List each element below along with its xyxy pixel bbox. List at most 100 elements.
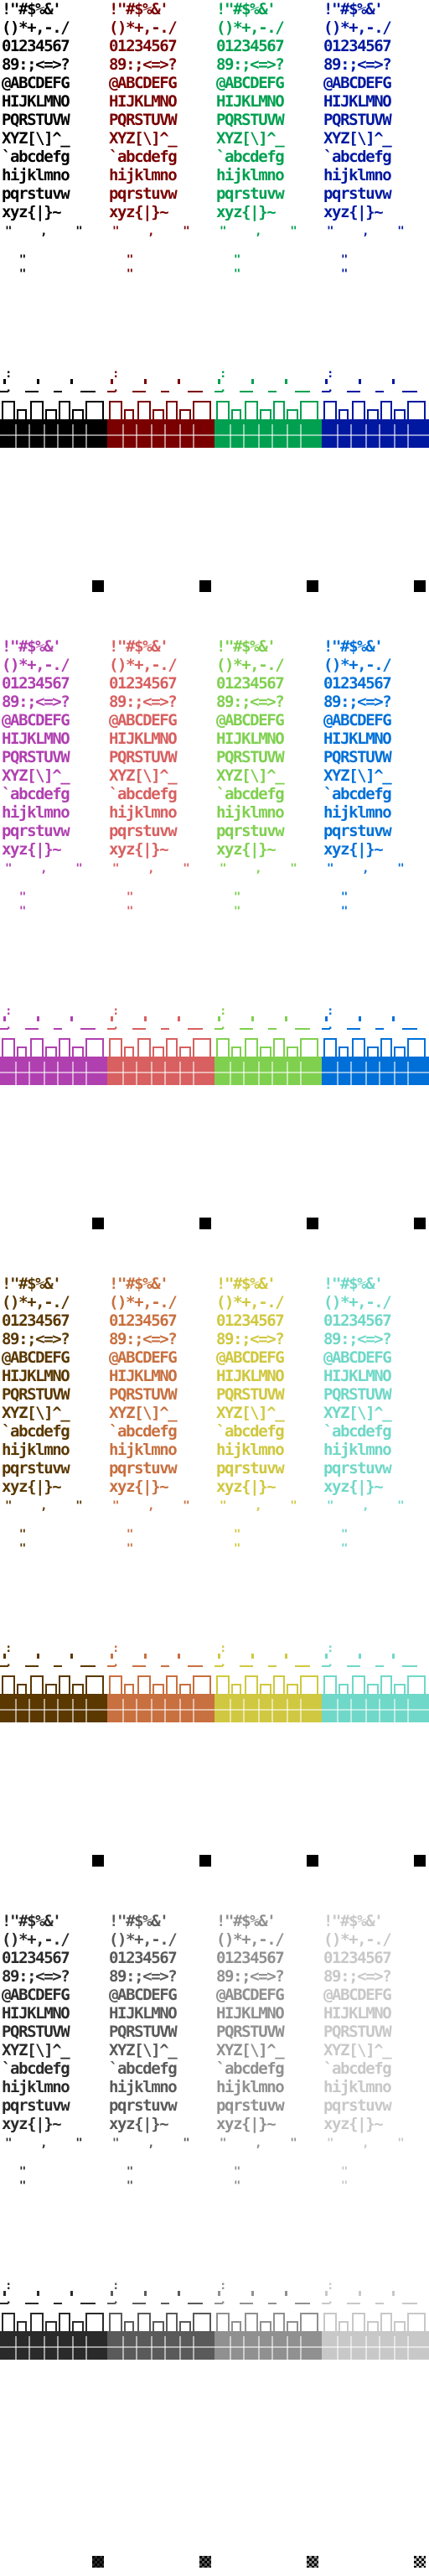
block-glyph-strip [0, 2291, 107, 2390]
tick-mark [144, 2291, 147, 2296]
outline-block [367, 1684, 379, 1694]
outline-block [231, 1684, 241, 1694]
outline-block [59, 2313, 70, 2331]
tick-mark [144, 1654, 147, 1659]
tick-mark [218, 379, 220, 384]
block-seam [44, 424, 45, 448]
block-seam [179, 2336, 181, 2360]
tick-mark [178, 379, 180, 384]
outline-block [137, 1675, 151, 1694]
stray-marks: " , " " " : . [220, 1499, 297, 1670]
tail-swatches [0, 2549, 429, 2576]
block-seam [300, 2336, 302, 2360]
block-seam [107, 2346, 214, 2348]
outline-block [323, 2313, 337, 2331]
block-glyph-strip [322, 2291, 429, 2390]
tick-mark [392, 2291, 395, 2296]
outline-block [231, 1046, 241, 1057]
outline-block [367, 409, 379, 419]
block-seam [136, 2336, 137, 2360]
block-seam [136, 424, 137, 448]
block-seam [193, 2336, 194, 2360]
outline-block [85, 1675, 104, 1694]
tick-mark [218, 1016, 220, 1021]
block-seam [0, 1709, 107, 1711]
dash-mark [322, 1665, 330, 1667]
dash-mark [214, 391, 223, 392]
tick-mark [285, 379, 287, 384]
block-seam [15, 1699, 17, 1722]
block-glyph-strip [107, 379, 214, 478]
dash-mark [347, 391, 360, 392]
outline-block [166, 1038, 178, 1057]
tick-mark [37, 379, 39, 384]
outline-block [137, 2313, 151, 2331]
block-seam [85, 424, 87, 448]
outline-block [300, 401, 318, 419]
block-seam [394, 2336, 395, 2360]
tick-mark [3, 2291, 6, 2296]
color-column: !"#$%&' ()*+,-./ 01234567 89:;<=>? @ABCD… [322, 637, 429, 1275]
tick-mark [37, 2291, 39, 2296]
glyph-grid: !"#$%&' ()*+,-./ 01234567 89:;<=>? @ABCD… [2, 1912, 70, 2133]
outline-block [30, 1038, 44, 1057]
outline-block [2, 1675, 15, 1694]
palette-swatch [307, 2556, 318, 2568]
outline-block [287, 1046, 298, 1057]
block-seam [193, 1699, 194, 1722]
dash-mark [161, 391, 169, 392]
stray-marks: " , " " " : . [220, 2137, 297, 2307]
block-seam [287, 424, 288, 448]
block-seam [214, 2346, 322, 2348]
dash-mark [132, 1665, 146, 1667]
block-seam [407, 424, 409, 448]
block-seam [44, 1699, 45, 1722]
color-column: !"#$%&' ()*+,-./ 01234567 89:;<=>? @ABCD… [214, 0, 322, 637]
block-seam [258, 1062, 260, 1085]
tick-mark [325, 1016, 328, 1021]
block-glyph-strip [214, 2291, 322, 2390]
block-glyph-strip [0, 379, 107, 478]
palette-swatch [199, 2556, 211, 2568]
outline-block [152, 2321, 164, 2331]
color-column: !"#$%&' ()*+,-./ 01234567 89:;<=>? @ABCD… [0, 1912, 107, 2549]
color-column: !"#$%&' ()*+,-./ 01234567 89:;<=>? @ABCD… [214, 1275, 322, 1912]
color-column: !"#$%&' ()*+,-./ 01234567 89:;<=>? @ABCD… [0, 637, 107, 1275]
stray-marks: " , " " " : . [5, 2137, 83, 2307]
dash-mark [402, 391, 417, 392]
stray-marks: " , " " " : . [220, 225, 297, 395]
block-seam [72, 2336, 74, 2360]
dash-mark [132, 2303, 146, 2304]
block-seam [15, 2336, 17, 2360]
palette-swatch [307, 1855, 318, 1867]
outline-block [273, 1038, 285, 1057]
block-seam [287, 1699, 288, 1722]
outline-block [85, 2313, 104, 2331]
outline-block [193, 1675, 211, 1694]
glyph-grid: !"#$%&' ()*+,-./ 01234567 89:;<=>? @ABCD… [216, 1275, 285, 1496]
outline-block [339, 409, 349, 419]
outline-block [216, 401, 230, 419]
dash-mark [268, 391, 277, 392]
dash-mark [188, 2303, 203, 2304]
dash-mark [107, 1665, 116, 1667]
tick-mark [178, 1654, 180, 1659]
block-seam [300, 1699, 302, 1722]
block-seam [179, 1699, 181, 1722]
block-seam [350, 1699, 352, 1722]
dash-mark [375, 1028, 384, 1030]
dash-mark [107, 391, 116, 392]
stray-marks: " , " " " : . [5, 225, 83, 395]
block-seam [57, 2336, 59, 2360]
tick-mark [70, 1016, 73, 1021]
outline-block [300, 2313, 318, 2331]
block-seam [365, 1062, 367, 1085]
dash-mark [214, 1028, 223, 1030]
block-seam [350, 2336, 352, 2360]
block-seam [0, 434, 107, 436]
dash-mark [240, 2303, 253, 2304]
dash-mark [375, 2303, 384, 2304]
color-column: !"#$%&' ()*+,-./ 01234567 89:;<=>? @ABCD… [107, 1275, 214, 1912]
block-seam [0, 2346, 107, 2348]
dash-mark [188, 391, 203, 392]
